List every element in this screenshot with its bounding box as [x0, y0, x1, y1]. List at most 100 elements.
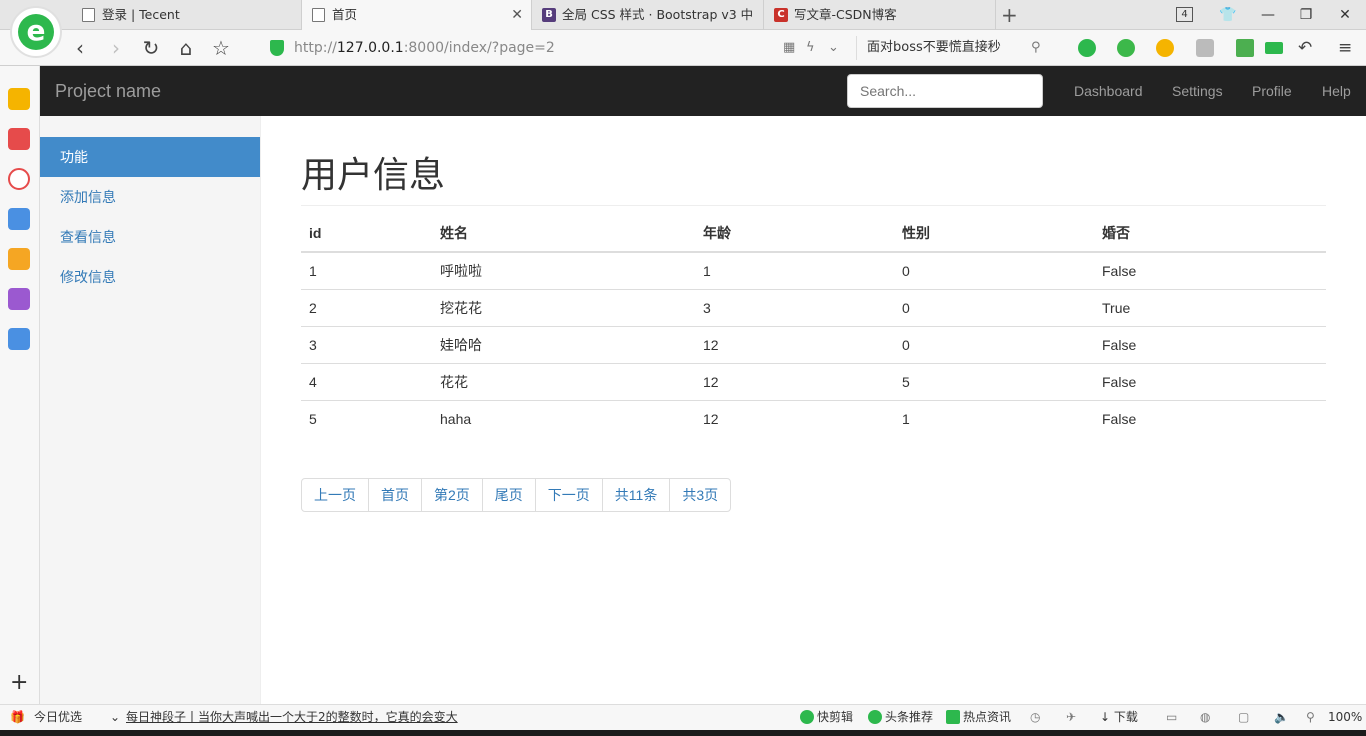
- screen-icon[interactable]: ▭: [1166, 705, 1177, 729]
- new-tab-icon[interactable]: +: [1001, 3, 1018, 27]
- back-icon[interactable]: ‹: [68, 30, 92, 66]
- column-header-name: 姓名: [432, 214, 695, 253]
- minimize-icon[interactable]: —: [1253, 0, 1283, 30]
- last-page-link[interactable]: 尾页: [481, 479, 535, 511]
- download-link[interactable]: ↓ 下载: [1100, 705, 1138, 729]
- cell-id: 4: [301, 362, 432, 400]
- news-icon[interactable]: [8, 128, 30, 150]
- cell-gender: 0: [894, 325, 1094, 363]
- cell-married: False: [1094, 362, 1326, 400]
- favorites-star-icon[interactable]: [8, 88, 30, 110]
- nav-settings[interactable]: Settings: [1172, 66, 1223, 116]
- add-sidebar-app-icon[interactable]: +: [10, 670, 28, 695]
- cell-married: True: [1094, 288, 1326, 326]
- current-page-link[interactable]: 第2页: [421, 479, 482, 511]
- sidebar-item-features[interactable]: 功能: [40, 137, 260, 177]
- screenshot-icon[interactable]: [1196, 39, 1214, 57]
- window-icon[interactable]: ▢: [1238, 705, 1249, 729]
- gift-icon[interactable]: 🎁: [10, 705, 25, 729]
- cell-married: False: [1094, 325, 1326, 363]
- tab-count-badge[interactable]: 4: [1176, 7, 1193, 22]
- apps-grid-icon[interactable]: [1236, 39, 1254, 57]
- chevron-down-icon: ⌄: [110, 710, 121, 724]
- column-header-married: 婚否: [1094, 214, 1326, 253]
- forward-icon[interactable]: ›: [104, 30, 128, 66]
- url-field[interactable]: http://127.0.0.1:8000/index/?page=2: [294, 30, 555, 66]
- quick-edit-link[interactable]: 快剪辑: [800, 705, 853, 729]
- battery-icon[interactable]: [1265, 42, 1283, 54]
- pin-icon[interactable]: ✈: [1066, 705, 1076, 729]
- browser-tab-bar: 登录 | Tecent 首页 ✕ B 全局 CSS 样式 · Bootstrap…: [0, 0, 1366, 30]
- cell-gender: 1: [894, 399, 1094, 437]
- user-table: id 姓名 年龄 性别 婚否 1 呼啦啦 1 0 False 2 挖花花 3 0…: [301, 214, 1326, 437]
- cell-name: haha: [432, 399, 695, 437]
- total-records-label[interactable]: 共11条: [601, 479, 670, 511]
- browser-status-bar: 🎁 今日优选 ⌄ 每日神段子丨当你大声喊出一个大于2的整数时，它真的会变大 快剪…: [0, 704, 1366, 730]
- zoom-icon[interactable]: ⚲: [1306, 705, 1315, 729]
- search-input[interactable]: [847, 74, 1043, 108]
- next-page-link[interactable]: 下一页: [534, 479, 602, 511]
- table-row: 5 haha 12 1 False: [301, 399, 1326, 437]
- sidebar-item-add-info[interactable]: 添加信息: [40, 177, 260, 217]
- scissors-icon[interactable]: [1078, 39, 1096, 57]
- brand-link[interactable]: Project name: [55, 66, 161, 116]
- nav-profile[interactable]: Profile: [1252, 66, 1292, 116]
- hot-news-link[interactable]: 热点资讯: [946, 705, 1011, 729]
- cell-gender: 0: [902, 262, 910, 279]
- cell-married: False: [1094, 399, 1326, 437]
- volume-icon[interactable]: 🔈: [1274, 705, 1289, 729]
- cell-id: 1: [309, 262, 317, 279]
- total-pages-label[interactable]: 共3页: [669, 479, 730, 511]
- sidebar-item-edit-info[interactable]: 修改信息: [40, 257, 260, 297]
- nav-help[interactable]: Help: [1322, 66, 1351, 116]
- column-header-id: id: [301, 214, 432, 253]
- headline-link[interactable]: 头条推荐: [868, 705, 933, 729]
- search-icon[interactable]: ⚲: [1031, 30, 1041, 66]
- table-row: 2 挖花花 3 0 True: [301, 288, 1326, 326]
- news-icon: [946, 710, 960, 724]
- coupon-icon[interactable]: [1156, 39, 1174, 57]
- comic-icon[interactable]: [8, 288, 30, 310]
- first-page-link[interactable]: 首页: [368, 479, 421, 511]
- sidebar-item-view-info[interactable]: 查看信息: [40, 217, 260, 257]
- menu-icon[interactable]: ≡: [1338, 30, 1352, 66]
- cell-id: 2: [301, 288, 432, 326]
- lightning-icon[interactable]: ϟ: [806, 30, 815, 66]
- undo-icon[interactable]: ↶: [1298, 30, 1312, 66]
- cell-age: 12: [695, 325, 894, 363]
- page-icon: [312, 8, 325, 22]
- mail-icon[interactable]: [8, 208, 30, 230]
- browser-tab-active[interactable]: 首页 ✕: [302, 0, 532, 30]
- home-icon[interactable]: ⌂: [174, 30, 198, 66]
- nav-dashboard[interactable]: Dashboard: [1074, 66, 1143, 116]
- browser-tab[interactable]: C 写文章-CSDN博客: [764, 0, 996, 30]
- globe-icon[interactable]: ◍: [1200, 705, 1210, 729]
- tab-title: 全局 CSS 样式 · Bootstrap v3 中: [562, 7, 754, 22]
- refresh-icon[interactable]: ↻: [139, 30, 163, 66]
- news-ticker-link[interactable]: 每日神段子丨当你大声喊出一个大于2的整数时，它真的会变大: [126, 705, 458, 729]
- pagination: 上一页 首页 第2页 尾页 下一页 共11条 共3页: [301, 478, 732, 512]
- browser-tab[interactable]: B 全局 CSS 样式 · Bootstrap v3 中: [532, 0, 764, 30]
- speed-icon[interactable]: ◷: [1030, 705, 1040, 729]
- close-window-icon[interactable]: ✕: [1330, 0, 1360, 30]
- bookmark-star-icon[interactable]: ☆: [209, 30, 233, 66]
- prev-page-link[interactable]: 上一页: [302, 479, 368, 511]
- document-icon[interactable]: [8, 328, 30, 350]
- browser-logo[interactable]: e: [10, 6, 62, 58]
- translate-icon[interactable]: [1117, 39, 1135, 57]
- today-picks-link[interactable]: 今日优选: [34, 705, 82, 729]
- notebook-icon[interactable]: [8, 248, 30, 270]
- chevron-down-icon[interactable]: ⌄: [828, 30, 839, 66]
- play-icon: [868, 710, 882, 724]
- hot-search-field[interactable]: 面对boss不要慌直接秒: [856, 36, 1056, 60]
- table-row: 4 花花 12 5 False: [301, 362, 1326, 400]
- cell-id: 5: [301, 399, 432, 437]
- zoom-level[interactable]: 100%: [1328, 705, 1362, 729]
- maximize-icon[interactable]: ❐: [1291, 0, 1321, 30]
- os-taskbar: [0, 730, 1366, 736]
- qr-code-icon[interactable]: ▦: [783, 30, 795, 66]
- close-tab-icon[interactable]: ✕: [511, 0, 523, 30]
- browser-tab[interactable]: 登录 | Tecent: [72, 0, 302, 30]
- skin-icon[interactable]: 👕: [1213, 0, 1243, 30]
- weibo-icon[interactable]: [8, 168, 30, 190]
